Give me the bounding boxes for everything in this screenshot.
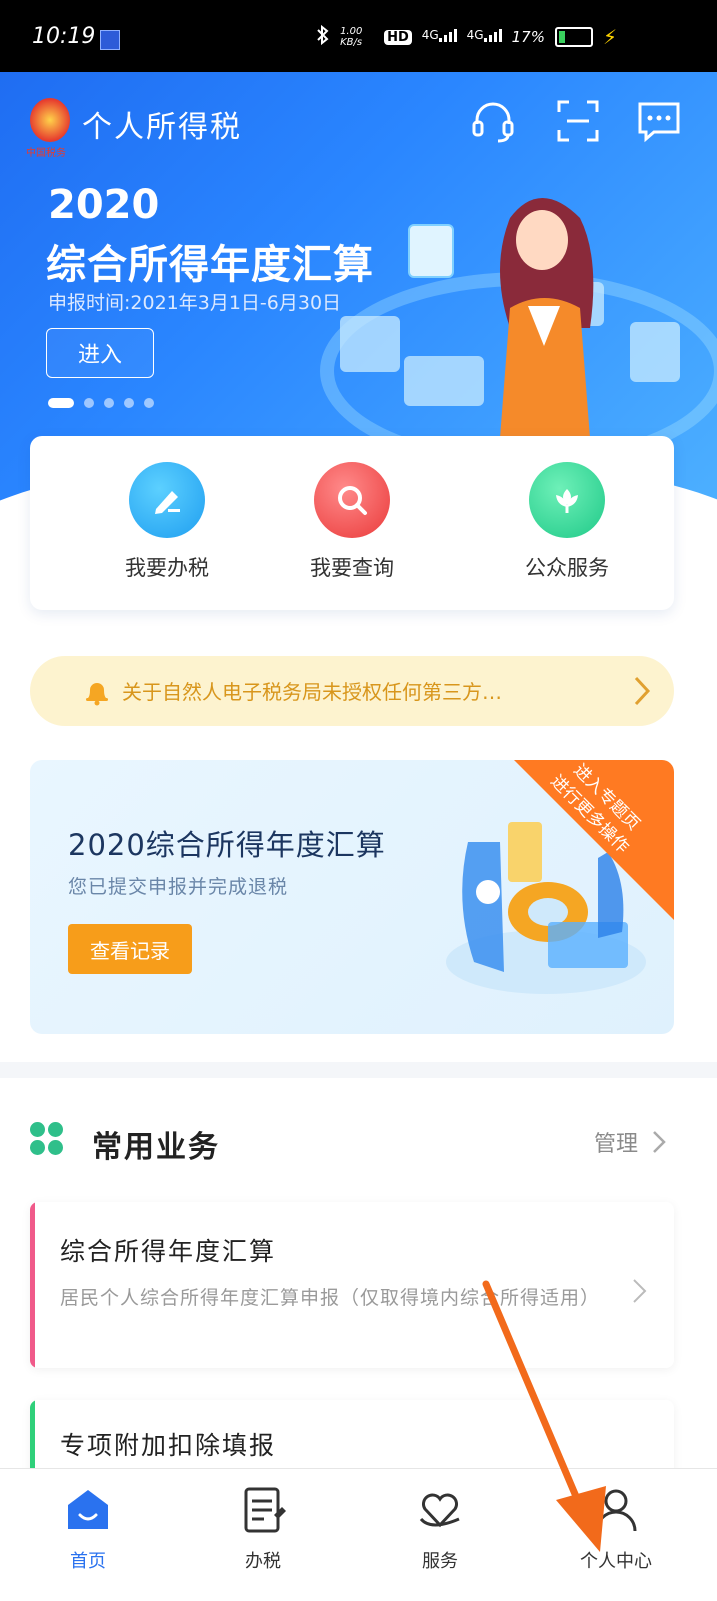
sim1-signal: 4G xyxy=(422,28,457,46)
hologram-panel xyxy=(630,322,680,382)
quick-action-label: 公众服务 xyxy=(525,556,609,580)
enter-button[interactable]: 进入 xyxy=(46,328,154,378)
signal-bars-icon xyxy=(438,28,457,42)
sim2-label: 4G xyxy=(466,28,484,42)
business-item-name: 综合所得年度汇算 xyxy=(60,1237,277,1266)
net-speed: 1.00 KB/s xyxy=(340,26,363,48)
status-indicators: 1.00 KB/s HD 4G 4G 17% ⚡ xyxy=(316,24,617,50)
carousel-dots[interactable] xyxy=(48,398,154,408)
tab-label: 办税 xyxy=(245,1551,281,1572)
status-bar: 10:19 1.00 KB/s HD 4G 4G 17% ⚡ xyxy=(0,0,717,72)
tax-shield-badge-illustration xyxy=(408,224,454,278)
section-divider xyxy=(0,1062,717,1078)
heart-hand-icon xyxy=(419,1493,460,1528)
notice-text: 关于自然人电子税务局未授权任何第三方… xyxy=(122,680,502,704)
tab-label: 首页 xyxy=(70,1551,106,1572)
manage-label: 管理 xyxy=(593,1132,638,1157)
search-icon xyxy=(314,462,390,538)
hero-period: 申报时间:2021年3月1日-6月30日 xyxy=(48,292,342,314)
carousel-dot[interactable] xyxy=(84,398,94,408)
hologram-panel xyxy=(340,316,400,372)
woman-illustration xyxy=(500,198,594,438)
quick-action-query[interactable]: 我要查询 xyxy=(282,462,422,582)
charging-icon: ⚡ xyxy=(602,25,617,49)
quick-action-public-service[interactable]: 公众服务 xyxy=(497,462,637,582)
common-business-header: 常用业务 管理 xyxy=(30,1120,674,1165)
headset-icon[interactable] xyxy=(470,98,516,144)
bell-icon xyxy=(86,683,108,706)
sim1-label: 4G xyxy=(421,28,439,42)
sim2-signal: 4G xyxy=(467,28,502,46)
annual-summary-title: 2020综合所得年度汇算 xyxy=(68,828,386,862)
user-icon xyxy=(595,1489,637,1532)
logo-caption: 中国税务 xyxy=(26,148,66,159)
hero-headline: 综合所得年度汇算 xyxy=(46,242,374,288)
quick-actions-card: 我要办税 我要查询 公众服务 xyxy=(30,436,674,610)
carousel-dot[interactable] xyxy=(104,398,114,408)
tab-label: 服务 xyxy=(422,1551,458,1572)
topic-page-corner-tag[interactable]: 进入专题页 进行更多操作 xyxy=(514,760,674,920)
hologram-panel xyxy=(404,356,484,406)
notice-bar[interactable]: 关于自然人电子税务局未授权任何第三方… xyxy=(30,656,674,726)
edit-icon xyxy=(129,462,205,538)
hd-badge: HD xyxy=(384,29,412,45)
hero-year: 2020 xyxy=(48,182,160,228)
quick-action-label: 我要办税 xyxy=(125,556,209,580)
annual-summary-banner[interactable]: 2020综合所得年度汇算 您已提交申报并完成退税 查看记录 进入专题页 进行更多… xyxy=(30,760,674,1034)
chevron-right-icon xyxy=(633,1279,647,1303)
tab-personal-center[interactable]: 个人中心 xyxy=(566,1485,666,1573)
tab-tax[interactable]: 办税 xyxy=(213,1485,313,1573)
carousel-dot[interactable] xyxy=(124,398,134,408)
battery-percent: 17% xyxy=(511,28,545,46)
accent-bar xyxy=(30,1202,35,1368)
business-item-annual-settlement[interactable]: 综合所得年度汇算 居民个人综合所得年度汇算申报（仅取得境内综合所得适用） xyxy=(30,1202,674,1368)
signal-bars-icon xyxy=(483,28,502,42)
tab-home[interactable]: 首页 xyxy=(38,1485,138,1573)
annual-summary-subtitle: 您已提交申报并完成退税 xyxy=(68,876,289,898)
tab-label: 个人中心 xyxy=(580,1551,652,1572)
bottom-tab-bar: 首页 办税 服务 个人中心 xyxy=(0,1468,717,1601)
chevron-right-icon xyxy=(653,1131,666,1153)
tab-service[interactable]: 服务 xyxy=(390,1485,490,1573)
carousel-dot[interactable] xyxy=(144,398,154,408)
flower-icon xyxy=(529,462,605,538)
app-title: 个人所得税 xyxy=(82,110,242,145)
document-icon xyxy=(244,1487,286,1533)
business-item-name: 专项附加扣除填报 xyxy=(60,1431,277,1460)
quick-action-handle-tax[interactable]: 我要办税 xyxy=(97,462,237,582)
battery-icon xyxy=(554,27,593,47)
grid-dots-icon xyxy=(30,1122,64,1156)
quick-action-label: 我要查询 xyxy=(310,556,394,580)
carousel-dot[interactable] xyxy=(48,398,74,408)
tax-emblem-logo xyxy=(30,98,70,142)
status-time: 10:19 xyxy=(32,24,96,49)
business-item-desc: 居民个人综合所得年度汇算申报（仅取得境内综合所得适用） xyxy=(60,1287,601,1309)
manage-link[interactable]: 管理 xyxy=(594,1126,666,1158)
notification-icon xyxy=(100,30,120,50)
bluetooth-icon xyxy=(316,24,330,50)
message-icon[interactable] xyxy=(636,98,682,144)
view-records-button[interactable]: 查看记录 xyxy=(68,924,192,974)
scan-icon[interactable] xyxy=(555,98,601,144)
chevron-right-icon xyxy=(634,676,651,706)
home-icon xyxy=(68,1490,108,1529)
section-title: 常用业务 xyxy=(92,1130,220,1165)
